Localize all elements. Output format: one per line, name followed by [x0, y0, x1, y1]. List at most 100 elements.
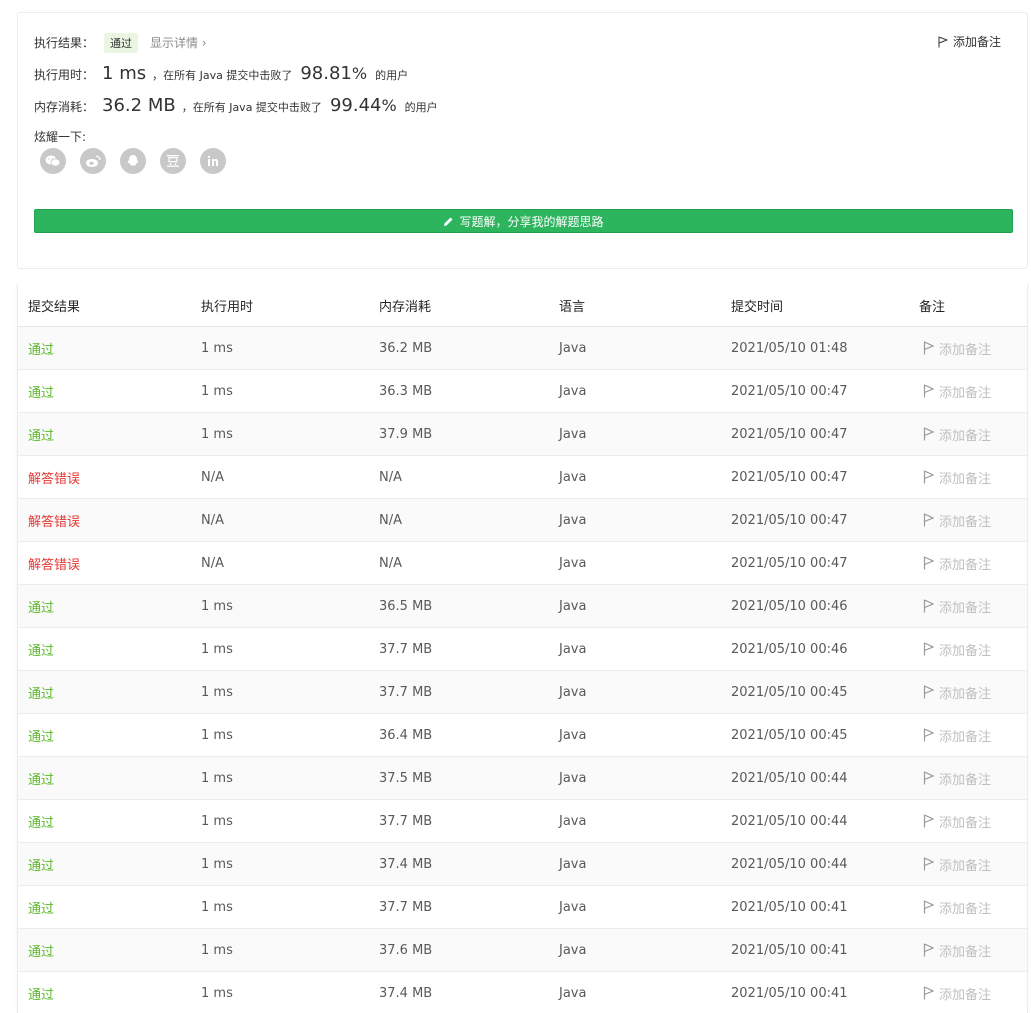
result-link[interactable]: 解答错误 — [18, 554, 201, 573]
language-cell: Java — [559, 512, 587, 528]
add-note-button[interactable]: 添加备注 — [919, 984, 1019, 1003]
add-note-button[interactable]: 添加备注 — [919, 812, 1019, 831]
runtime-cell: 1 ms — [201, 684, 233, 700]
flag-icon — [923, 470, 934, 484]
language-cell: Java — [559, 598, 587, 614]
language-cell: Java — [559, 856, 587, 872]
memory-cell: 37.7 MB — [379, 684, 433, 700]
language-cell: Java — [559, 684, 587, 700]
add-note-button[interactable]: 添加备注 — [919, 683, 1019, 702]
result-summary-card: 执行结果： 通过 显示详情 › 添加备注 执行用时： 1 ms ，在所有 Jav… — [17, 12, 1028, 269]
wechat-icon[interactable] — [40, 148, 66, 174]
add-note-button[interactable]: 添加备注 — [919, 769, 1019, 788]
memory-cell: 37.6 MB — [379, 942, 433, 958]
memory-percentile: 99.44 — [329, 95, 382, 116]
add-note-label: 添加备注 — [939, 686, 992, 702]
show-details-link[interactable]: 显示详情 › — [150, 34, 207, 51]
result-link[interactable]: 通过 — [18, 812, 201, 831]
runtime-cell: 1 ms — [201, 813, 233, 829]
submit-time-cell: 2021/05/10 00:47 — [731, 512, 848, 528]
add-note-button[interactable]: 添加备注 — [938, 33, 1001, 50]
qq-icon[interactable] — [120, 148, 146, 174]
table-row: 通过 1 ms 37.7 MB Java 2021/05/10 00:45 添加备注 — [18, 671, 1027, 714]
language-cell: Java — [559, 426, 587, 442]
add-note-button[interactable]: 添加备注 — [919, 554, 1019, 573]
add-note-button[interactable]: 添加备注 — [919, 597, 1019, 616]
add-note-label: 添加备注 — [939, 643, 992, 659]
douban-icon[interactable] — [160, 148, 186, 174]
runtime-cell: 1 ms — [201, 340, 233, 356]
submit-time-cell: 2021/05/10 00:44 — [731, 813, 848, 829]
memory-cell: 36.5 MB — [379, 598, 433, 614]
result-link[interactable]: 通过 — [18, 726, 201, 745]
runtime-percent-sign: % — [351, 64, 368, 83]
language-cell: Java — [559, 340, 587, 356]
runtime-cell: 1 ms — [201, 426, 233, 442]
result-link[interactable]: 解答错误 — [18, 511, 201, 530]
submissions-table: 提交结果 执行用时 内存消耗 语言 提交时间 备注 通过 1 ms 36.2 MB J… — [17, 284, 1028, 1013]
result-link[interactable]: 解答错误 — [18, 468, 201, 487]
table-row: 解答错误 N/A N/A Java 2021/05/10 00:47 添加备注 — [18, 456, 1027, 499]
memory-cell: 37.7 MB — [379, 899, 433, 915]
memory-tail: 的用户 — [404, 101, 438, 114]
memory-label: 内存消耗： — [34, 100, 95, 114]
add-note-label: 添加备注 — [939, 385, 992, 401]
add-note-label: 添加备注 — [939, 772, 992, 788]
submit-time-cell: 2021/05/10 00:46 — [731, 598, 848, 614]
linkedin-icon[interactable] — [200, 148, 226, 174]
runtime-description: ，在所有 Java 提交中击败了 — [152, 69, 293, 82]
submit-time-cell: 2021/05/10 00:45 — [731, 727, 848, 743]
result-link[interactable]: 通过 — [18, 984, 201, 1003]
table-row: 通过 1 ms 37.4 MB Java 2021/05/10 00:44 添加备注 — [18, 843, 1027, 886]
flag-icon — [923, 556, 934, 570]
add-note-button[interactable]: 添加备注 — [919, 726, 1019, 745]
share-icons — [40, 148, 226, 174]
result-link[interactable]: 通过 — [18, 683, 201, 702]
result-link[interactable]: 通过 — [18, 425, 201, 444]
result-link[interactable]: 通过 — [18, 382, 201, 401]
weibo-icon[interactable] — [80, 148, 106, 174]
result-link[interactable]: 通过 — [18, 339, 201, 358]
runtime-cell: 1 ms — [201, 383, 233, 399]
memory-cell: N/A — [379, 469, 402, 485]
flag-icon — [923, 728, 934, 742]
language-cell: Java — [559, 727, 587, 743]
add-note-button[interactable]: 添加备注 — [919, 898, 1019, 917]
write-solution-button[interactable]: 写题解，分享我的解题思路 — [34, 209, 1013, 233]
add-note-button[interactable]: 添加备注 — [919, 511, 1019, 530]
memory-cell: 37.7 MB — [379, 641, 433, 657]
language-cell: Java — [559, 770, 587, 786]
add-note-label: 添加备注 — [939, 815, 992, 831]
add-note-button[interactable]: 添加备注 — [919, 468, 1019, 487]
add-note-button[interactable]: 添加备注 — [919, 941, 1019, 960]
table-body: 通过 1 ms 36.2 MB Java 2021/05/10 01:48 添加备注 通过 1… — [18, 327, 1027, 1013]
add-note-button[interactable]: 添加备注 — [919, 339, 1019, 358]
memory-percent-sign: % — [381, 96, 397, 115]
flag-icon — [923, 341, 934, 355]
result-link[interactable]: 通过 — [18, 597, 201, 616]
flag-icon — [923, 599, 934, 613]
header-language: 语言 — [559, 299, 586, 315]
add-note-button[interactable]: 添加备注 — [919, 425, 1019, 444]
submit-time-cell: 2021/05/10 00:47 — [731, 426, 848, 442]
add-note-button[interactable]: 添加备注 — [919, 640, 1019, 659]
status-badge: 通过 — [104, 33, 139, 53]
add-note-button[interactable]: 添加备注 — [919, 855, 1019, 874]
flag-icon — [923, 900, 934, 914]
result-link[interactable]: 通过 — [18, 640, 201, 659]
runtime-cell: 1 ms — [201, 727, 233, 743]
flag-icon — [923, 814, 934, 828]
submit-time-cell: 2021/05/10 00:41 — [731, 942, 848, 958]
add-note-button[interactable]: 添加备注 — [919, 382, 1019, 401]
result-link[interactable]: 通过 — [18, 941, 201, 960]
result-link[interactable]: 通过 — [18, 855, 201, 874]
memory-description: ，在所有 Java 提交中击败了 — [181, 101, 322, 114]
result-row: 执行结果： 通过 显示详情 › — [34, 33, 207, 53]
result-link[interactable]: 通过 — [18, 898, 201, 917]
add-note-label: 添加备注 — [939, 944, 992, 960]
table-row: 通过 1 ms 37.5 MB Java 2021/05/10 00:44 添加备注 — [18, 757, 1027, 800]
memory-cell: 36.2 MB — [379, 340, 433, 356]
result-link[interactable]: 通过 — [18, 769, 201, 788]
header-submit-time: 提交时间 — [731, 299, 784, 315]
flag-icon — [938, 36, 948, 47]
